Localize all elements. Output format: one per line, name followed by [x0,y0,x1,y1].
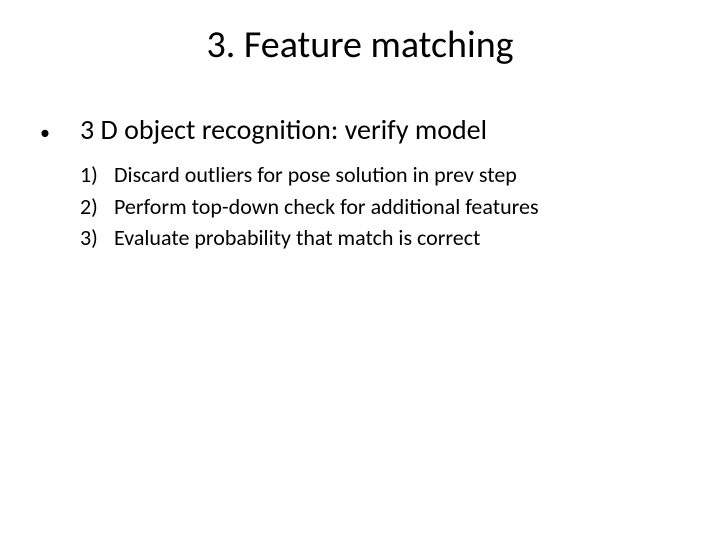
list-item-label: 2) [80,192,114,222]
list-item-text: Discard outliers for pose solution in pr… [114,160,517,190]
slide-title: 3. Feature matching [0,22,720,68]
list-item: 3) Evaluate probability that match is co… [80,223,680,253]
list-item: 1) Discard outliers for pose solution in… [80,160,680,190]
bullet-item: • 3 D object recognition: verify model [40,112,680,147]
numbered-list: 1) Discard outliers for pose solution in… [80,160,680,255]
list-item-label: 3) [80,223,114,253]
list-item-text: Perform top-down check for additional fe… [114,192,539,222]
list-item: 2) Perform top-down check for additional… [80,192,680,222]
slide: 3. Feature matching • 3 D object recogni… [0,0,720,540]
bullet-marker: • [40,117,80,143]
list-item-label: 1) [80,160,114,190]
bullet-text: 3 D object recognition: verify model [80,112,487,147]
list-item-text: Evaluate probability that match is corre… [114,223,480,253]
